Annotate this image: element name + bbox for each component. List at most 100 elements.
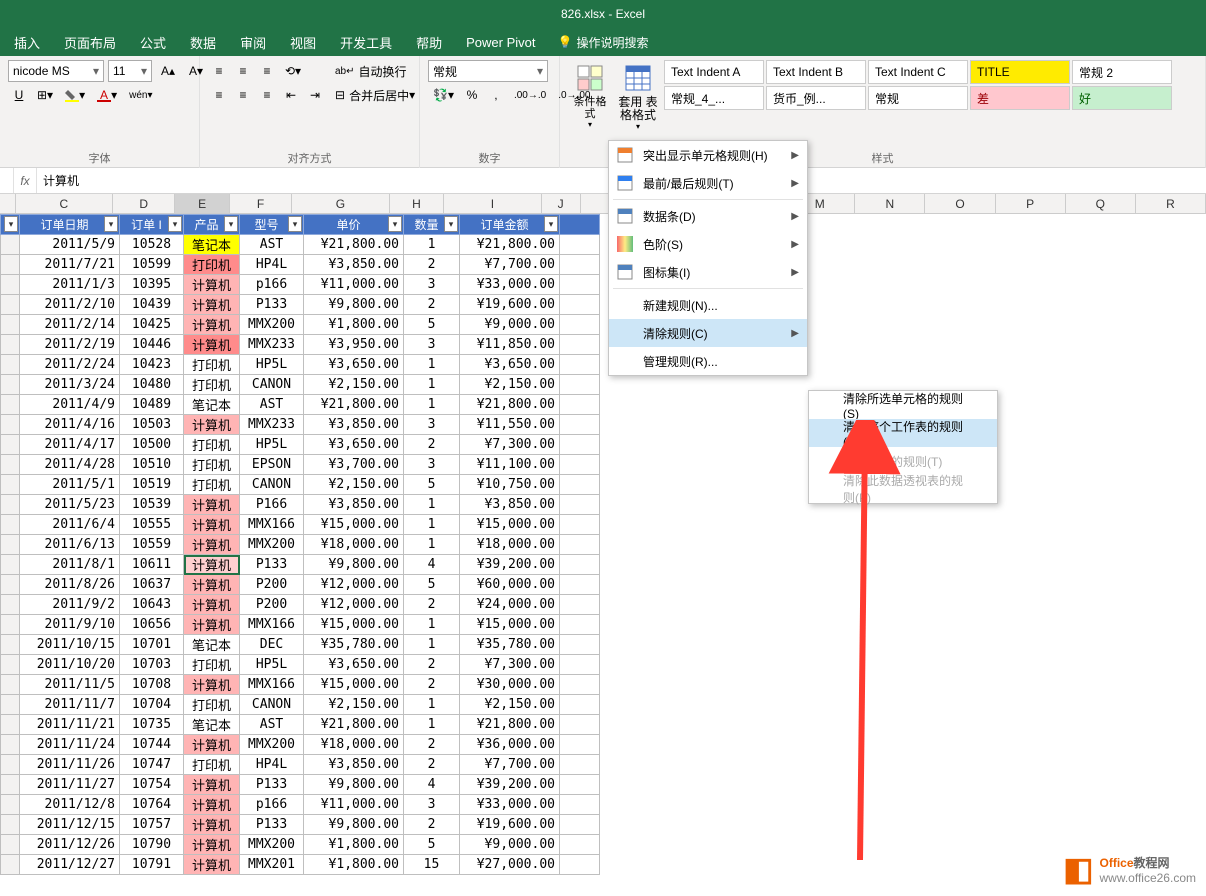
cell[interactable]: 打印机 xyxy=(184,755,240,775)
menu-item[interactable]: 清除整个工作表的规则(E) xyxy=(809,419,997,447)
cell[interactable]: 笔记本 xyxy=(184,635,240,655)
cell[interactable]: HP5L xyxy=(240,655,304,675)
table-row[interactable]: 2011/2/2410423打印机HP5L¥3,650.001¥3,650.00 xyxy=(1,355,600,375)
cell[interactable]: 计算机 xyxy=(184,495,240,515)
cell[interactable]: 计算机 xyxy=(184,615,240,635)
cell-styles-gallery[interactable]: Text Indent AText Indent BText Indent CT… xyxy=(664,60,1172,110)
table-row[interactable]: 2011/6/1310559计算机MMX200¥18,000.001¥18,00… xyxy=(1,535,600,555)
cell[interactable]: ¥36,000.00 xyxy=(460,735,560,755)
cell[interactable]: ¥15,000.00 xyxy=(304,515,404,535)
cell[interactable]: P166 xyxy=(240,495,304,515)
cell[interactable]: MMX166 xyxy=(240,515,304,535)
currency-button[interactable]: 💱▾ xyxy=(428,84,459,106)
cell[interactable]: ¥3,700.00 xyxy=(304,455,404,475)
cell[interactable]: 打印机 xyxy=(184,655,240,675)
filter-icon[interactable]: ▾ xyxy=(4,216,18,232)
cell[interactable]: HP4L xyxy=(240,755,304,775)
cell[interactable]: 2011/11/21 xyxy=(20,715,120,735)
cell[interactable]: 笔记本 xyxy=(184,395,240,415)
cell[interactable]: MMX166 xyxy=(240,615,304,635)
cell[interactable]: 2 xyxy=(404,435,460,455)
cell[interactable]: 打印机 xyxy=(184,375,240,395)
cell-style[interactable]: 常规 2 xyxy=(1072,60,1172,84)
menu-item[interactable]: 管理规则(R)... xyxy=(609,347,807,375)
cell[interactable]: 笔记本 xyxy=(184,715,240,735)
percent-button[interactable]: % xyxy=(461,84,483,106)
underline-button[interactable]: U xyxy=(8,84,30,106)
cell[interactable]: HP5L xyxy=(240,355,304,375)
table-row[interactable]: 2011/9/210643计算机P200¥12,000.002¥24,000.0… xyxy=(1,595,600,615)
cell[interactable]: ¥9,800.00 xyxy=(304,295,404,315)
cell[interactable]: 2011/9/10 xyxy=(20,615,120,635)
cell[interactable]: 2011/6/4 xyxy=(20,515,120,535)
cell[interactable]: ¥3,850.00 xyxy=(304,255,404,275)
cell[interactable]: 2011/10/15 xyxy=(20,635,120,655)
cell[interactable]: 计算机 xyxy=(184,675,240,695)
cell[interactable]: 2011/5/9 xyxy=(20,235,120,255)
table-row[interactable]: 2011/4/1710500打印机HP5L¥3,650.002¥7,300.00 xyxy=(1,435,600,455)
cell[interactable]: 2011/9/2 xyxy=(20,595,120,615)
number-format-combo[interactable]: 常规▾ xyxy=(428,60,548,82)
cell[interactable]: MMX201 xyxy=(240,855,304,875)
cell[interactable]: 2 xyxy=(404,295,460,315)
comma-button[interactable]: , xyxy=(485,84,507,106)
cell[interactable]: ¥15,000.00 xyxy=(460,615,560,635)
align-right-button[interactable]: ≡ xyxy=(256,84,278,106)
cell[interactable]: ¥10,750.00 xyxy=(460,475,560,495)
cell[interactable]: 打印机 xyxy=(184,455,240,475)
cell[interactable]: 10656 xyxy=(120,615,184,635)
cell[interactable]: ¥7,300.00 xyxy=(460,655,560,675)
cell[interactable]: ¥1,800.00 xyxy=(304,315,404,335)
font-name-combo[interactable]: nicode MS▾ xyxy=(8,60,104,82)
cell[interactable]: 打印机 xyxy=(184,355,240,375)
cell[interactable]: 10500 xyxy=(120,435,184,455)
table-row[interactable]: 2011/11/2610747打印机HP4L¥3,850.002¥7,700.0… xyxy=(1,755,600,775)
table-row[interactable]: 2011/8/110611计算机P133¥9,800.004¥39,200.00 xyxy=(1,555,600,575)
cell[interactable]: 计算机 xyxy=(184,835,240,855)
cell[interactable]: 2011/11/26 xyxy=(20,755,120,775)
cell[interactable]: ¥11,000.00 xyxy=(304,795,404,815)
cell[interactable]: 2011/11/24 xyxy=(20,735,120,755)
cell[interactable]: 10510 xyxy=(120,455,184,475)
table-header[interactable]: 产品▾ xyxy=(184,215,240,235)
tab-开发工具[interactable]: 开发工具 xyxy=(330,29,402,56)
cell[interactable]: 10480 xyxy=(120,375,184,395)
table-row[interactable]: 2011/3/2410480打印机CANON¥2,150.001¥2,150.0… xyxy=(1,375,600,395)
table-row[interactable]: 2011/12/1510757计算机P133¥9,800.002¥19,600.… xyxy=(1,815,600,835)
tab-页面布局[interactable]: 页面布局 xyxy=(54,29,126,56)
cell[interactable]: 计算机 xyxy=(184,275,240,295)
cell[interactable]: 3 xyxy=(404,455,460,475)
cell[interactable]: 10790 xyxy=(120,835,184,855)
cell[interactable]: p166 xyxy=(240,795,304,815)
cell-style[interactable]: Text Indent C xyxy=(868,60,968,84)
cell[interactable]: 1 xyxy=(404,495,460,515)
cell[interactable]: 计算机 xyxy=(184,775,240,795)
cell[interactable]: ¥3,950.00 xyxy=(304,335,404,355)
tab-数据[interactable]: 数据 xyxy=(180,29,226,56)
font-size-combo[interactable]: 11▾ xyxy=(108,60,152,82)
cell[interactable]: MMX200 xyxy=(240,835,304,855)
cell[interactable]: 10425 xyxy=(120,315,184,335)
cell[interactable]: ¥9,800.00 xyxy=(304,815,404,835)
cell[interactable]: 计算机 xyxy=(184,515,240,535)
cell[interactable]: P133 xyxy=(240,555,304,575)
cell[interactable]: ¥11,000.00 xyxy=(304,275,404,295)
cell[interactable]: AST xyxy=(240,395,304,415)
cell[interactable]: ¥21,800.00 xyxy=(304,395,404,415)
cell[interactable]: ¥2,150.00 xyxy=(304,475,404,495)
col-header[interactable]: J xyxy=(542,194,581,213)
cell[interactable]: 1 xyxy=(404,635,460,655)
table-row[interactable]: 2011/12/2710791计算机MMX201¥1,800.0015¥27,0… xyxy=(1,855,600,875)
cell[interactable]: P200 xyxy=(240,595,304,615)
cell[interactable]: 2011/5/23 xyxy=(20,495,120,515)
cell[interactable]: ¥7,300.00 xyxy=(460,435,560,455)
col-header[interactable] xyxy=(0,194,16,213)
cell[interactable]: P200 xyxy=(240,575,304,595)
cell[interactable]: ¥15,000.00 xyxy=(304,615,404,635)
tab-插入[interactable]: 插入 xyxy=(4,29,50,56)
cell[interactable]: 2 xyxy=(404,655,460,675)
cell[interactable]: MMX200 xyxy=(240,735,304,755)
cell[interactable]: 2011/2/19 xyxy=(20,335,120,355)
cell[interactable]: 10754 xyxy=(120,775,184,795)
cell[interactable]: ¥2,150.00 xyxy=(304,375,404,395)
